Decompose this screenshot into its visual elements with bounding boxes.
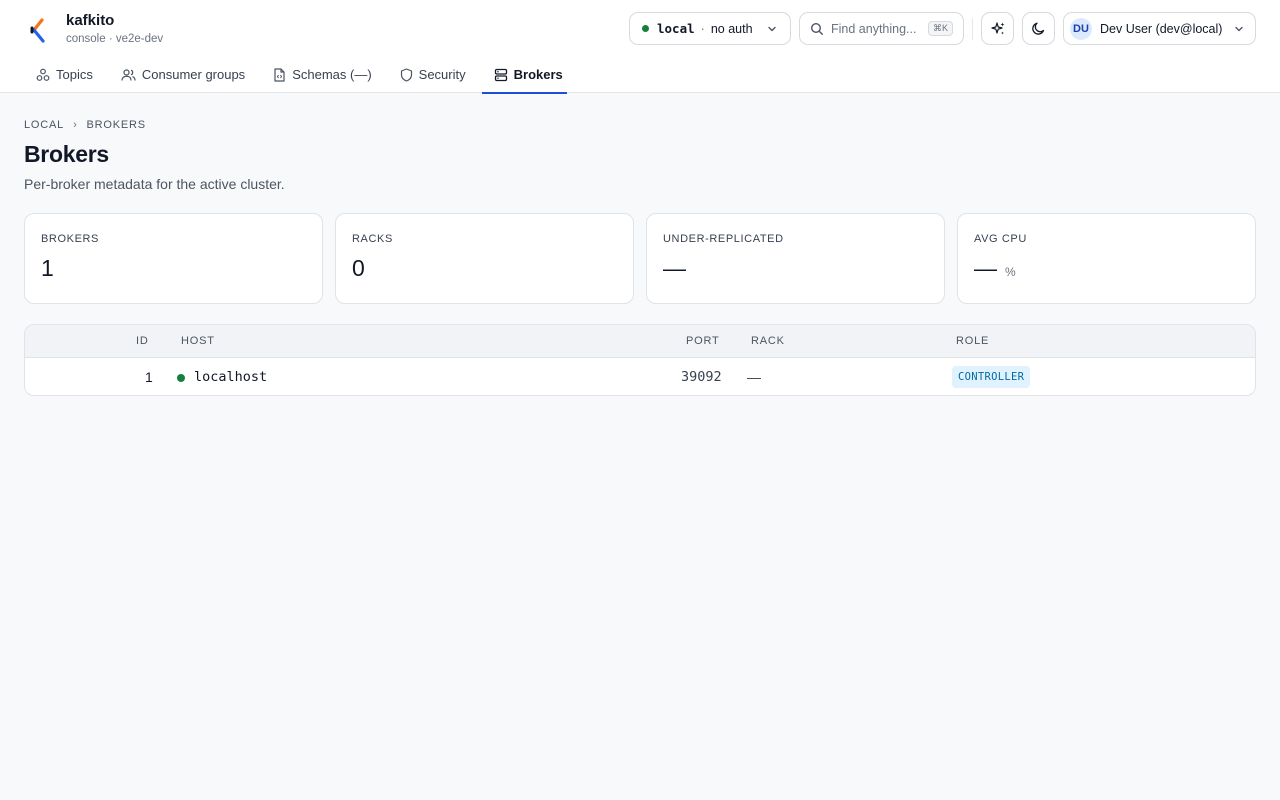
broker-id: 1 — [145, 369, 153, 385]
user-name: Dev User (dev@local) — [1100, 21, 1223, 36]
column-header-port[interactable]: PORT — [686, 335, 720, 347]
tab-topics[interactable]: Topics — [24, 56, 97, 93]
cluster-name: local — [657, 21, 695, 36]
broker-rack: — — [747, 369, 761, 385]
stat-value: 1 — [41, 255, 54, 281]
cluster-selector[interactable]: local · no auth — [629, 12, 791, 45]
breadcrumb-item-cluster[interactable]: LOCAL — [24, 119, 64, 131]
ai-assistant-button[interactable] — [981, 12, 1014, 45]
column-header-role[interactable]: ROLE — [956, 335, 989, 347]
stat-value: — — [663, 255, 686, 281]
stat-label: AVG CPU — [974, 233, 1027, 245]
stat-card-brokers: BROKERS 1 — [24, 213, 323, 304]
stat-label: UNDER-REPLICATED — [663, 233, 784, 245]
brokers-table: ID HOST PORT RACK ROLE 1 localhost 39092… — [24, 324, 1256, 396]
breadcrumb-item-current: BROKERS — [86, 119, 146, 131]
moon-icon — [1032, 22, 1045, 35]
users-icon — [121, 68, 136, 81]
theme-toggle-button[interactable] — [1022, 12, 1055, 45]
column-header-rack[interactable]: RACK — [751, 335, 785, 347]
header-divider — [972, 17, 973, 40]
server-icon — [494, 68, 507, 81]
table-header: ID HOST PORT RACK ROLE — [25, 325, 1255, 358]
role-badge: CONTROLLER — [952, 366, 1031, 388]
kafkito-logo-icon — [30, 18, 45, 43]
tab-schemas-label: Schemas (—) — [292, 67, 372, 82]
stat-label: BROKERS — [41, 233, 99, 245]
broker-host: localhost — [194, 369, 268, 385]
tab-topics-label: Topics — [56, 67, 93, 82]
global-search[interactable]: Find anything... ⌘K — [799, 12, 964, 45]
stat-unit: % — [1005, 265, 1016, 279]
tab-consumer-groups[interactable]: Consumer groups — [109, 56, 249, 93]
shield-icon — [400, 67, 412, 82]
cluster-separator: · — [700, 21, 705, 36]
stat-card-avg-cpu: AVG CPU — % — [957, 213, 1256, 304]
tab-brokers-label: Brokers — [513, 67, 563, 82]
tab-consumer-groups-label: Consumer groups — [141, 67, 246, 82]
stats-row: BROKERS 1 RACKS 0 UNDER-REPLICATED — AVG… — [24, 213, 1256, 304]
user-menu[interactable]: DU Dev User (dev@local) — [1063, 12, 1256, 45]
brand[interactable]: kafkito console · ve2e-dev — [28, 12, 163, 47]
tab-security[interactable]: Security — [388, 56, 470, 93]
stat-label: RACKS — [352, 233, 393, 245]
stat-card-racks: RACKS 0 — [335, 213, 634, 304]
page-description: Per-broker metadata for the active clust… — [24, 176, 285, 192]
page-title: Brokers — [24, 141, 109, 167]
cluster-auth: no auth — [710, 21, 753, 36]
search-shortcut: ⌘K — [927, 21, 953, 36]
table-row[interactable]: 1 localhost 39092 — CONTROLLER — [25, 358, 1255, 395]
column-header-host[interactable]: HOST — [181, 335, 215, 347]
chevron-down-icon — [768, 26, 776, 31]
breadcrumb: LOCAL › BROKERS — [24, 119, 146, 131]
cluster-status-dot — [642, 25, 649, 32]
stat-value: 0 — [352, 255, 365, 281]
tab-security-label: Security — [418, 67, 466, 82]
app-name: kafkito — [66, 12, 115, 29]
topics-icon — [36, 68, 50, 81]
breadcrumb-separator: › — [73, 119, 78, 131]
search-placeholder: Find anything... — [831, 21, 917, 36]
stat-card-under-replicated: UNDER-REPLICATED — — [646, 213, 945, 304]
broker-port: 39092 — [681, 369, 722, 385]
column-header-id[interactable]: ID — [136, 335, 149, 347]
tab-brokers[interactable]: Brokers — [481, 56, 567, 94]
schema-file-icon — [274, 67, 285, 82]
stat-value: — — [974, 255, 997, 281]
sparkles-icon — [990, 21, 1004, 34]
avatar: DU — [1070, 17, 1092, 40]
chevron-down-icon — [1235, 26, 1243, 31]
search-icon — [810, 22, 823, 35]
tab-schemas[interactable]: Schemas (—) — [261, 56, 375, 93]
broker-status-dot — [177, 374, 185, 382]
main-nav-tabs: Topics Consumer groups Schemas (—) Secur… — [24, 56, 579, 94]
app-subtitle: console · ve2e-dev — [66, 33, 164, 45]
top-header: kafkito console · ve2e-dev local · no au… — [0, 0, 1280, 94]
